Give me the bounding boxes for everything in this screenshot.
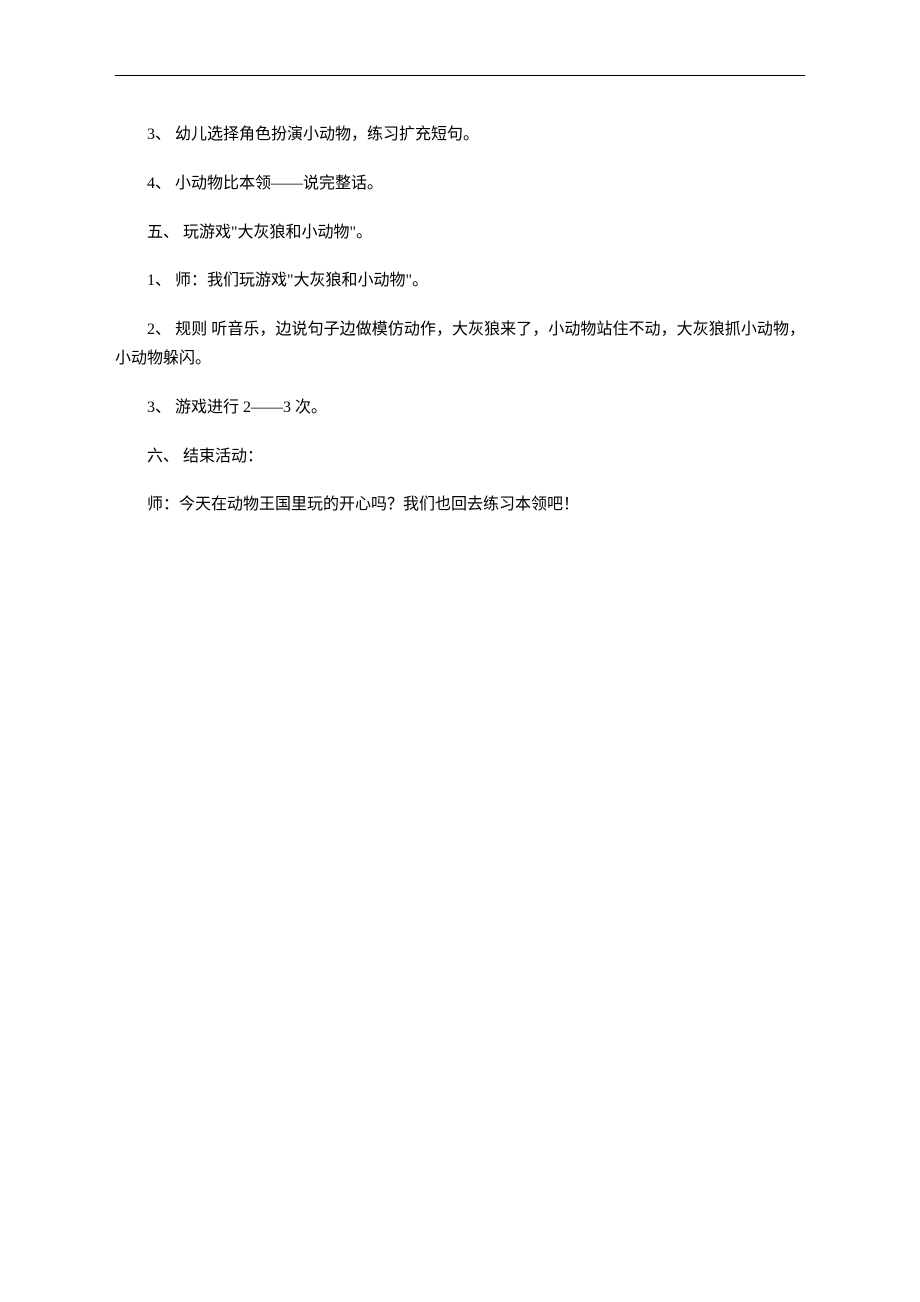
paragraph: 五、 玩游戏"大灰狼和小动物"。 bbox=[115, 219, 805, 248]
header-divider bbox=[115, 75, 805, 76]
paragraph: 4、 小动物比本领——说完整话。 bbox=[115, 170, 805, 199]
paragraph: 六、 结束活动： bbox=[115, 443, 805, 472]
paragraph: 2、 规则 听音乐，边说句子边做模仿动作，大灰狼来了，小动物站住不动，大灰狼抓小… bbox=[115, 316, 805, 374]
paragraph: 3、 幼儿选择角色扮演小动物，练习扩充短句。 bbox=[115, 121, 805, 150]
paragraph: 1、 师：我们玩游戏"大灰狼和小动物"。 bbox=[115, 267, 805, 296]
paragraph: 师：今天在动物王国里玩的开心吗？我们也回去练习本领吧！ bbox=[115, 491, 805, 520]
paragraph: 3、 游戏进行 2——3 次。 bbox=[115, 394, 805, 423]
document-page: 3、 幼儿选择角色扮演小动物，练习扩充短句。 4、 小动物比本领——说完整话。 … bbox=[0, 0, 920, 520]
